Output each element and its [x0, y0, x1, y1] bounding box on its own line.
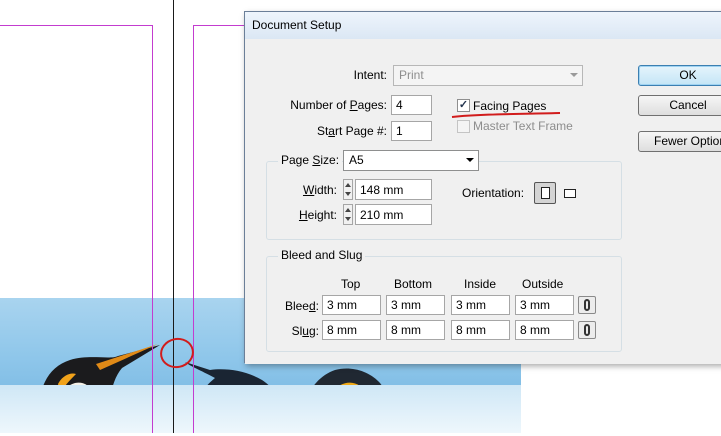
column-outside: Outside	[522, 277, 564, 291]
start-page-input[interactable]	[391, 121, 432, 141]
cancel-button[interactable]: Cancel	[638, 95, 721, 116]
orientation-label: Orientation:	[462, 186, 525, 200]
bleed-outside-input[interactable]	[515, 295, 574, 315]
column-top: Top	[341, 277, 361, 291]
page-size-label: Page Size:	[278, 153, 343, 167]
dialog-body: Intent: Print Number of Pages: Start Pag…	[245, 39, 721, 364]
master-text-frame-checkbox	[457, 120, 470, 133]
width-input[interactable]	[355, 179, 432, 200]
fewer-options-button[interactable]: Fewer Options	[638, 131, 721, 152]
chain-link-icon	[584, 299, 590, 311]
height-input[interactable]	[355, 204, 432, 225]
landscape-orientation-button[interactable]	[559, 182, 581, 204]
portrait-orientation-icon	[541, 187, 550, 199]
slug-link-button[interactable]	[578, 321, 596, 339]
ok-button[interactable]: OK	[638, 65, 721, 86]
landscape-orientation-icon	[564, 189, 576, 198]
document-setup-dialog: Document Setup Intent: Print Number of P…	[244, 11, 721, 364]
bleed-link-button[interactable]	[578, 296, 596, 314]
slug-inside-input[interactable]	[451, 320, 510, 340]
width-label: Width:	[302, 183, 337, 197]
master-text-frame-label: Master Text Frame	[473, 119, 573, 133]
chevron-down-icon	[466, 158, 474, 162]
slug-bottom-input[interactable]	[386, 320, 445, 340]
page-size-select[interactable]: A5	[343, 150, 479, 171]
bleed-inside-input[interactable]	[451, 295, 510, 315]
portrait-orientation-button[interactable]	[534, 182, 556, 204]
slug-top-input[interactable]	[322, 320, 381, 340]
column-inside: Inside	[464, 277, 497, 291]
top-margin-guide-left	[0, 25, 153, 26]
right-page-margin-guide	[193, 25, 194, 433]
width-stepper[interactable]	[343, 179, 353, 200]
left-margin-guide	[152, 25, 153, 433]
start-page-label: Start Page #:	[316, 124, 387, 138]
num-pages-label: Number of Pages:	[290, 98, 387, 112]
bleed-label: Bleed:	[284, 299, 319, 313]
slug-outside-input[interactable]	[515, 320, 574, 340]
dialog-title: Document Setup	[252, 18, 342, 32]
chevron-down-icon	[570, 73, 578, 77]
intent-label: Intent:	[353, 68, 387, 82]
intent-value: Print	[399, 68, 424, 82]
num-pages-input[interactable]	[391, 95, 432, 115]
bleed-top-input[interactable]	[322, 295, 381, 315]
bleed-bottom-input[interactable]	[386, 295, 445, 315]
column-bottom: Bottom	[394, 277, 433, 291]
intent-select: Print	[393, 65, 583, 86]
ice-ground	[0, 385, 521, 433]
slug-label: Slug:	[291, 324, 319, 338]
dialog-titlebar[interactable]: Document Setup	[245, 12, 721, 39]
height-label: Height:	[298, 208, 337, 222]
page-size-value: A5	[349, 153, 364, 167]
bleed-slug-title: Bleed and Slug	[278, 248, 366, 262]
height-stepper[interactable]	[343, 204, 353, 225]
chain-link-icon	[584, 324, 590, 336]
